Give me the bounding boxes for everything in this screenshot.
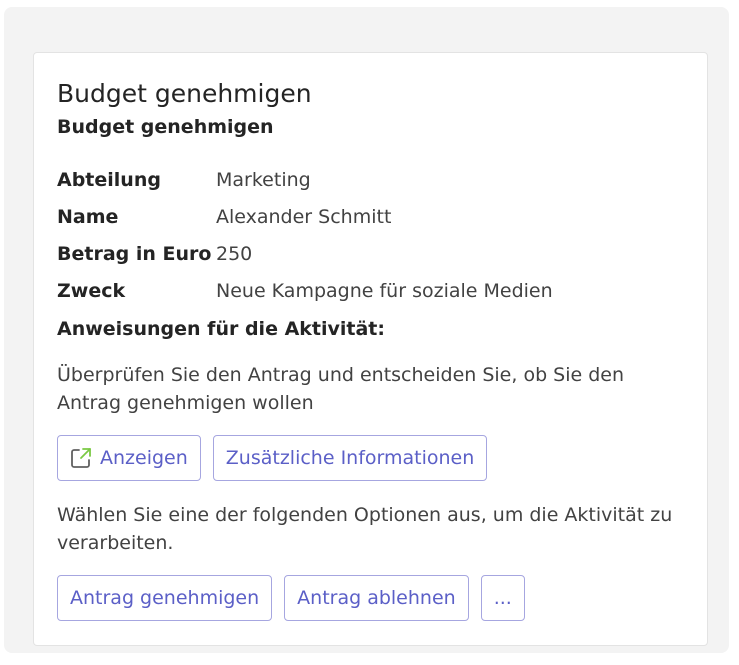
view-button[interactable]: Anzeigen — [57, 435, 201, 481]
fact-value: Alexander Schmitt — [216, 205, 392, 228]
more-options-button[interactable]: ... — [480, 575, 525, 621]
card-container: Budget genehmigen Budget genehmigen Abte… — [4, 7, 729, 653]
fact-label: Abteilung — [57, 168, 161, 191]
fact-row-betrag: Betrag in Euro 250 — [57, 235, 687, 272]
view-button-label: Anzeigen — [100, 447, 188, 469]
fact-row-name: Name Alexander Schmitt — [57, 198, 687, 235]
card-title: Budget genehmigen — [57, 79, 312, 108]
options-text: Wählen Sie eine der folgenden Optionen a… — [57, 504, 673, 554]
fact-value: Neue Kampagne für soziale Medien — [216, 279, 553, 302]
fact-row-zweck: Zweck Neue Kampagne für soziale Medien — [57, 272, 687, 309]
fact-set: Abteilung Marketing Name Alexander Schmi… — [57, 161, 687, 309]
instructions-text: Überprüfen Sie den Antrag und entscheide… — [57, 364, 625, 414]
fact-value: 250 — [216, 242, 253, 265]
card-subtitle: Budget genehmigen — [57, 116, 274, 138]
fact-label: Zweck — [57, 279, 126, 302]
fact-row-abteilung: Abteilung Marketing — [57, 161, 687, 198]
action-button-row: Antrag genehmigen Antrag ablehnen ... — [57, 575, 525, 621]
approve-request-button[interactable]: Antrag genehmigen — [57, 575, 273, 621]
reject-request-button[interactable]: Antrag ablehnen — [284, 575, 469, 621]
adaptive-card: Budget genehmigen Budget genehmigen Abte… — [33, 52, 708, 646]
additional-info-button[interactable]: Zusätzliche Informationen — [212, 435, 488, 481]
fact-label: Name — [57, 205, 119, 228]
link-button-row: Anzeigen Zusätzliche Informationen — [57, 435, 488, 481]
instructions-heading: Anweisungen für die Aktivität: — [57, 318, 385, 340]
fact-value: Marketing — [216, 168, 311, 191]
fact-label: Betrag in Euro — [57, 242, 212, 265]
open-external-icon — [70, 447, 92, 469]
